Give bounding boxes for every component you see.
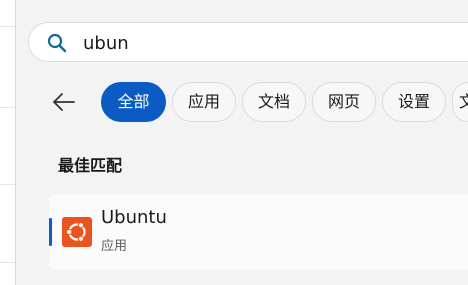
search-input[interactable]	[83, 29, 443, 57]
back-button[interactable]	[45, 84, 81, 120]
selection-indicator	[49, 218, 52, 246]
filter-chip-web[interactable]: 网页	[312, 82, 376, 122]
filter-chip-apps[interactable]: 应用	[172, 82, 236, 122]
filter-chip-all[interactable]: 全部	[101, 82, 166, 122]
ubuntu-icon	[62, 217, 92, 247]
search-icon	[47, 33, 67, 53]
result-app-type: 应用	[101, 239, 128, 254]
arrow-left-icon	[53, 93, 75, 111]
best-match-result[interactable]: Ubuntu 应用	[49, 194, 468, 270]
filter-chip-settings[interactable]: 设置	[382, 82, 446, 122]
best-match-heading: 最佳匹配	[58, 156, 123, 175]
background-window-strip	[0, 0, 16, 285]
filter-chip-documents[interactable]: 文档	[242, 82, 306, 122]
result-app-name: Ubuntu	[101, 207, 167, 228]
search-box[interactable]	[28, 22, 468, 62]
